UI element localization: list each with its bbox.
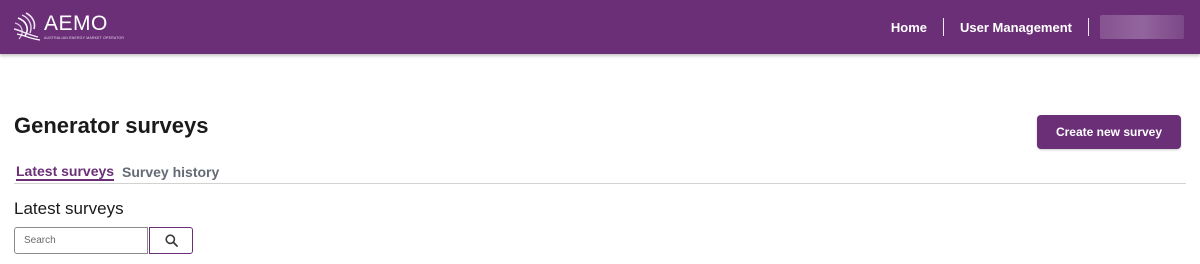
user-account-menu[interactable] — [1100, 15, 1184, 39]
nav-divider — [943, 18, 945, 36]
logo-tagline: AUSTRALIAN ENERGY MARKET OPERATOR — [44, 36, 125, 40]
aemo-logo[interactable]: AEMO AUSTRALIAN ENERGY MARKET OPERATOR — [12, 10, 124, 46]
page-title: Generator surveys — [14, 113, 209, 138]
nav-home-link[interactable]: Home — [875, 20, 943, 35]
survey-tabs: Latest surveys Survey history — [14, 160, 1186, 184]
top-navigation-bar: AEMO AUSTRALIAN ENERGY MARKET OPERATOR H… — [0, 0, 1200, 54]
tab-survey-history[interactable]: Survey history — [122, 162, 219, 181]
search-input[interactable] — [14, 227, 148, 254]
nav-user-management-link[interactable]: User Management — [944, 20, 1088, 35]
search-icon — [164, 234, 178, 247]
section-title: Latest surveys — [14, 199, 124, 218]
create-new-survey-button[interactable]: Create new survey — [1037, 115, 1181, 149]
nav-divider — [1088, 18, 1089, 36]
tab-latest-surveys[interactable]: Latest surveys — [16, 162, 115, 181]
search-button[interactable] — [149, 227, 193, 254]
main-nav: Home User Management — [875, 0, 1200, 54]
aemo-swirl-icon — [13, 12, 41, 41]
logo-wordmark: AEMO — [44, 12, 108, 35]
